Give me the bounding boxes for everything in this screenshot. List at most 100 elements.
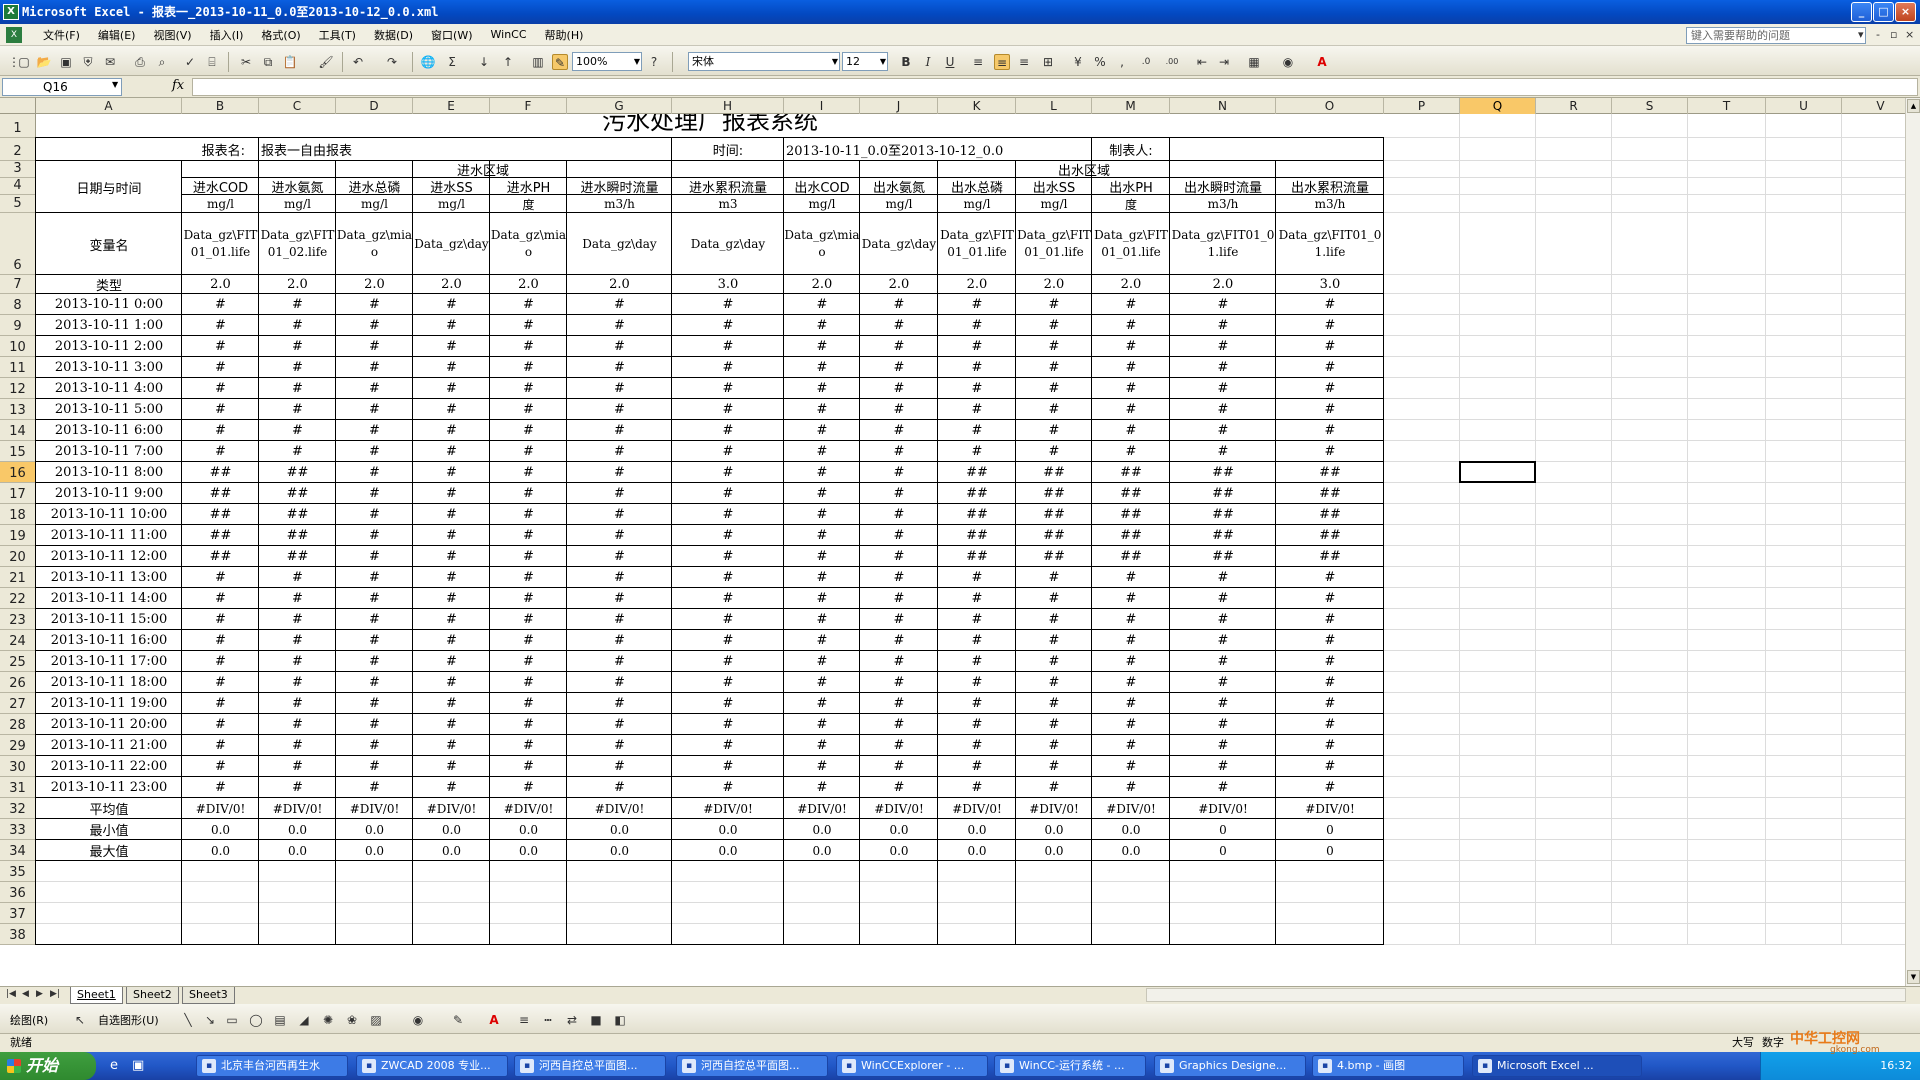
data-cell[interactable]: # [1276,714,1384,735]
data-cell[interactable]: # [1092,567,1170,588]
datetime-cell[interactable]: 2013-10-11 4:00 [36,378,182,399]
data-cell[interactable]: # [413,378,490,399]
data-cell[interactable]: # [938,378,1016,399]
merge-center-icon[interactable]: ⊞ [1040,54,1056,70]
unit-cell[interactable]: mg/l [413,195,490,213]
data-cell[interactable]: # [1170,630,1276,651]
data-cell[interactable]: # [567,294,672,315]
data-cell[interactable]: # [784,630,860,651]
data-cell[interactable]: # [1016,399,1092,420]
data-cell[interactable]: # [672,525,784,546]
shadow-icon[interactable]: ■ [588,1012,604,1028]
data-cell[interactable]: # [259,588,336,609]
percent-button[interactable]: % [1092,54,1108,70]
summary-cell[interactable]: 0.0 [784,840,860,861]
format-painter-icon[interactable]: 🖌 [318,54,334,70]
row-header-35[interactable]: 35 [0,861,36,882]
type-cell[interactable]: 2.0 [182,275,259,294]
summary-label[interactable]: 最小值 [36,819,182,840]
data-cell[interactable]: # [1016,336,1092,357]
datetime-cell[interactable]: 2013-10-11 2:00 [36,336,182,357]
font-size-select[interactable]: 12 ▼ [842,52,888,71]
column-header-cell[interactable]: 出水总磷 [938,178,1016,195]
summary-cell[interactable]: #DIV/0! [490,798,567,819]
close-button[interactable]: × [1895,2,1916,22]
data-cell[interactable]: # [490,735,567,756]
data-cell[interactable]: ## [259,546,336,567]
row-header-14[interactable]: 14 [0,420,36,441]
data-cell[interactable]: # [567,756,672,777]
column-header-cell[interactable]: 出水COD [784,178,860,195]
data-cell[interactable]: ## [1092,462,1170,483]
data-cell[interactable]: # [672,588,784,609]
data-cell[interactable]: # [1170,777,1276,798]
data-cell[interactable]: ## [1092,546,1170,567]
data-cell[interactable]: # [182,378,259,399]
cut-icon[interactable]: ✂ [238,54,254,70]
row-header-8[interactable]: 8 [0,294,36,315]
data-cell[interactable]: # [860,756,938,777]
data-cell[interactable]: # [860,399,938,420]
data-cell[interactable]: # [1276,651,1384,672]
column-header-p[interactable]: P [1384,98,1460,114]
summary-cell[interactable]: #DIV/0! [567,798,672,819]
data-cell[interactable]: # [1276,420,1384,441]
menu-item-0[interactable]: 文件(F) [34,27,89,43]
data-cell[interactable]: # [1276,672,1384,693]
data-cell[interactable]: # [1276,693,1384,714]
column-header-b[interactable]: B [182,98,259,114]
column-header-k[interactable]: K [938,98,1016,114]
data-cell[interactable]: # [413,651,490,672]
summary-cell[interactable]: 0.0 [490,840,567,861]
print-preview-icon[interactable]: ⌕ [154,54,170,70]
data-cell[interactable]: # [259,567,336,588]
ie-quicklaunch-icon[interactable]: e [110,1058,118,1073]
summary-cell[interactable]: 0.0 [784,819,860,840]
row-header-24[interactable]: 24 [0,630,36,651]
scroll-down-icon[interactable]: ▼ [1907,970,1920,984]
summary-cell[interactable]: 0.0 [860,840,938,861]
data-cell[interactable]: # [567,315,672,336]
data-cell[interactable]: # [259,756,336,777]
data-cell[interactable]: # [567,609,672,630]
row-header-34[interactable]: 34 [0,840,36,861]
data-cell[interactable]: # [784,693,860,714]
data-cell[interactable]: # [413,546,490,567]
row-header-18[interactable]: 18 [0,504,36,525]
data-cell[interactable]: # [1170,399,1276,420]
data-cell[interactable]: # [784,399,860,420]
row-header-30[interactable]: 30 [0,756,36,777]
data-cell[interactable]: # [1092,315,1170,336]
data-cell[interactable]: # [672,357,784,378]
column-header-c[interactable]: C [259,98,336,114]
font-size-dropdown-icon[interactable]: ▼ [880,53,886,70]
row-header-33[interactable]: 33 [0,819,36,840]
data-cell[interactable]: ## [182,504,259,525]
data-cell[interactable]: ## [1092,504,1170,525]
doc-restore-icon[interactable]: ▫ [1890,28,1897,41]
data-cell[interactable]: # [259,315,336,336]
data-cell[interactable]: # [784,567,860,588]
next-sheet-icon[interactable]: ▶ [36,989,43,999]
scroll-up-icon[interactable]: ▲ [1907,99,1920,113]
data-cell[interactable]: # [860,651,938,672]
row-header-20[interactable]: 20 [0,546,36,567]
varname-cell[interactable]: Data_gz\day [567,213,672,275]
summary-cell[interactable]: 0.0 [413,840,490,861]
3d-icon[interactable]: ◧ [612,1012,628,1028]
row-header-29[interactable]: 29 [0,735,36,756]
sort-ascending-icon[interactable]: ↓ [476,54,492,70]
data-cell[interactable]: # [1016,651,1092,672]
data-cell[interactable]: # [860,315,938,336]
data-cell[interactable]: # [860,336,938,357]
type-label[interactable]: 类型 [36,275,182,294]
data-cell[interactable]: # [1276,588,1384,609]
varname-cell[interactable]: Data_gz\FIT01_01.life [1276,213,1384,275]
picture-icon[interactable]: ▨ [368,1012,384,1028]
data-cell[interactable]: # [672,420,784,441]
desktop-quicklaunch-icon[interactable]: ▣ [132,1058,144,1073]
align-center-icon[interactable]: ≡ [994,54,1010,70]
data-cell[interactable]: # [182,609,259,630]
data-cell[interactable]: # [413,588,490,609]
data-cell[interactable]: # [860,378,938,399]
